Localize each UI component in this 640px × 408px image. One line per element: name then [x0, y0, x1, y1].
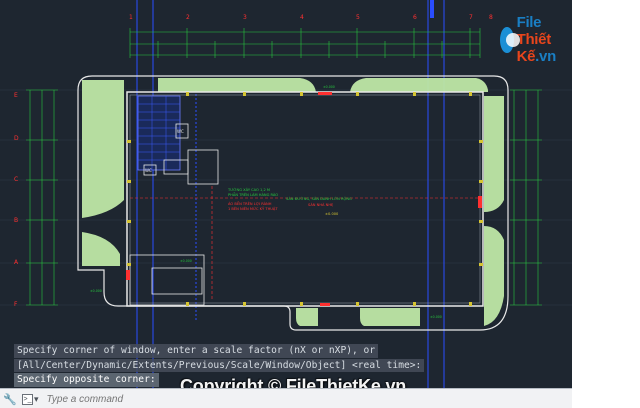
svg-text:WC: WC: [177, 129, 184, 134]
svg-text:D: D: [14, 135, 19, 142]
svg-text:B: B: [14, 217, 18, 224]
svg-text:F: F: [14, 301, 18, 308]
command-history-line: [All/Center/Dynamic/Extents/Previous/Sca…: [14, 358, 425, 372]
top-grid-labels: 1 2 3 4 5 6 7 8: [129, 14, 493, 21]
svg-text:7: 7: [469, 14, 473, 21]
right-dimension-chains: [510, 89, 542, 306]
axis-end-marker: [430, 0, 434, 18]
prompt-options-icon[interactable]: >_ ▾: [22, 393, 39, 405]
svg-text:ÁO BỀN TRÊN LỢI RÀNH: ÁO BỀN TRÊN LỢI RÀNH: [228, 201, 272, 206]
svg-text:±0.000: ±0.000: [323, 85, 335, 89]
wrench-icon[interactable]: 🔧: [2, 391, 18, 407]
command-history-line: Specify opposite corner:: [14, 373, 159, 387]
svg-text:SÀN NHÀ NHẸ: SÀN NHÀ NHẸ: [308, 202, 334, 207]
command-input[interactable]: [44, 392, 349, 406]
svg-text:3: 3: [243, 14, 247, 21]
svg-text:SÀN ĐƯỜNG, SÂN DANH LỚN RỘNG: SÀN ĐƯỜNG, SÂN DANH LỚN RỘNG: [286, 196, 352, 201]
svg-text:1: 1: [129, 14, 133, 21]
svg-text:PHẦN TRÊN LÀM HÀNG RÀO: PHẦN TRÊN LÀM HÀNG RÀO: [228, 192, 278, 197]
svg-text:E: E: [14, 92, 18, 99]
svg-text:±0.000: ±0.000: [90, 289, 102, 293]
svg-text:±0.000: ±0.000: [430, 315, 442, 319]
left-dimension-chains: [26, 89, 58, 306]
svg-text:TƯỜNG XÂY CAO 1,2 M: TƯỜNG XÂY CAO 1,2 M: [227, 187, 270, 192]
model-space-viewport[interactable]: 1 2 3 4 5 6 7 8 E D C B A F TƯỜNG XÂY CAO 1,2 M P…: [0, 0, 572, 408]
stair-room: [137, 95, 181, 171]
svg-text:±0.000: ±0.000: [180, 259, 192, 263]
filethietke-logo: File Thiết Kế.vn: [500, 14, 572, 65]
svg-text:6: 6: [413, 14, 417, 21]
logo-text-file: File: [516, 14, 542, 31]
annotations: TƯỜNG XÂY CAO 1,2 M PHẦN TRÊN LÀM HÀNG R…: [227, 187, 352, 216]
left-grid-labels: E D C B A F: [14, 92, 19, 308]
svg-text:A: A: [14, 259, 19, 266]
svg-text:C: C: [14, 176, 18, 183]
svg-text:±0.000: ±0.000: [325, 212, 339, 216]
svg-text:4: 4: [300, 14, 304, 21]
svg-text:WC: WC: [145, 168, 152, 173]
svg-text:8: 8: [489, 14, 493, 21]
page-margin: [572, 0, 640, 408]
svg-text:5: 5: [356, 14, 360, 21]
logo-text-vn: .vn: [535, 48, 556, 65]
svg-text:1 BÊN NIÊN MỨC KỸ THUẬT: 1 BÊN NIÊN MỨC KỸ THUẬT: [228, 206, 278, 211]
svg-text:2: 2: [186, 14, 190, 21]
logo-mark-icon: [500, 26, 520, 53]
command-history-line: Specify corner of window, enter a scale …: [14, 344, 379, 358]
command-line-bar: 🔧 >_ ▾: [0, 388, 572, 408]
